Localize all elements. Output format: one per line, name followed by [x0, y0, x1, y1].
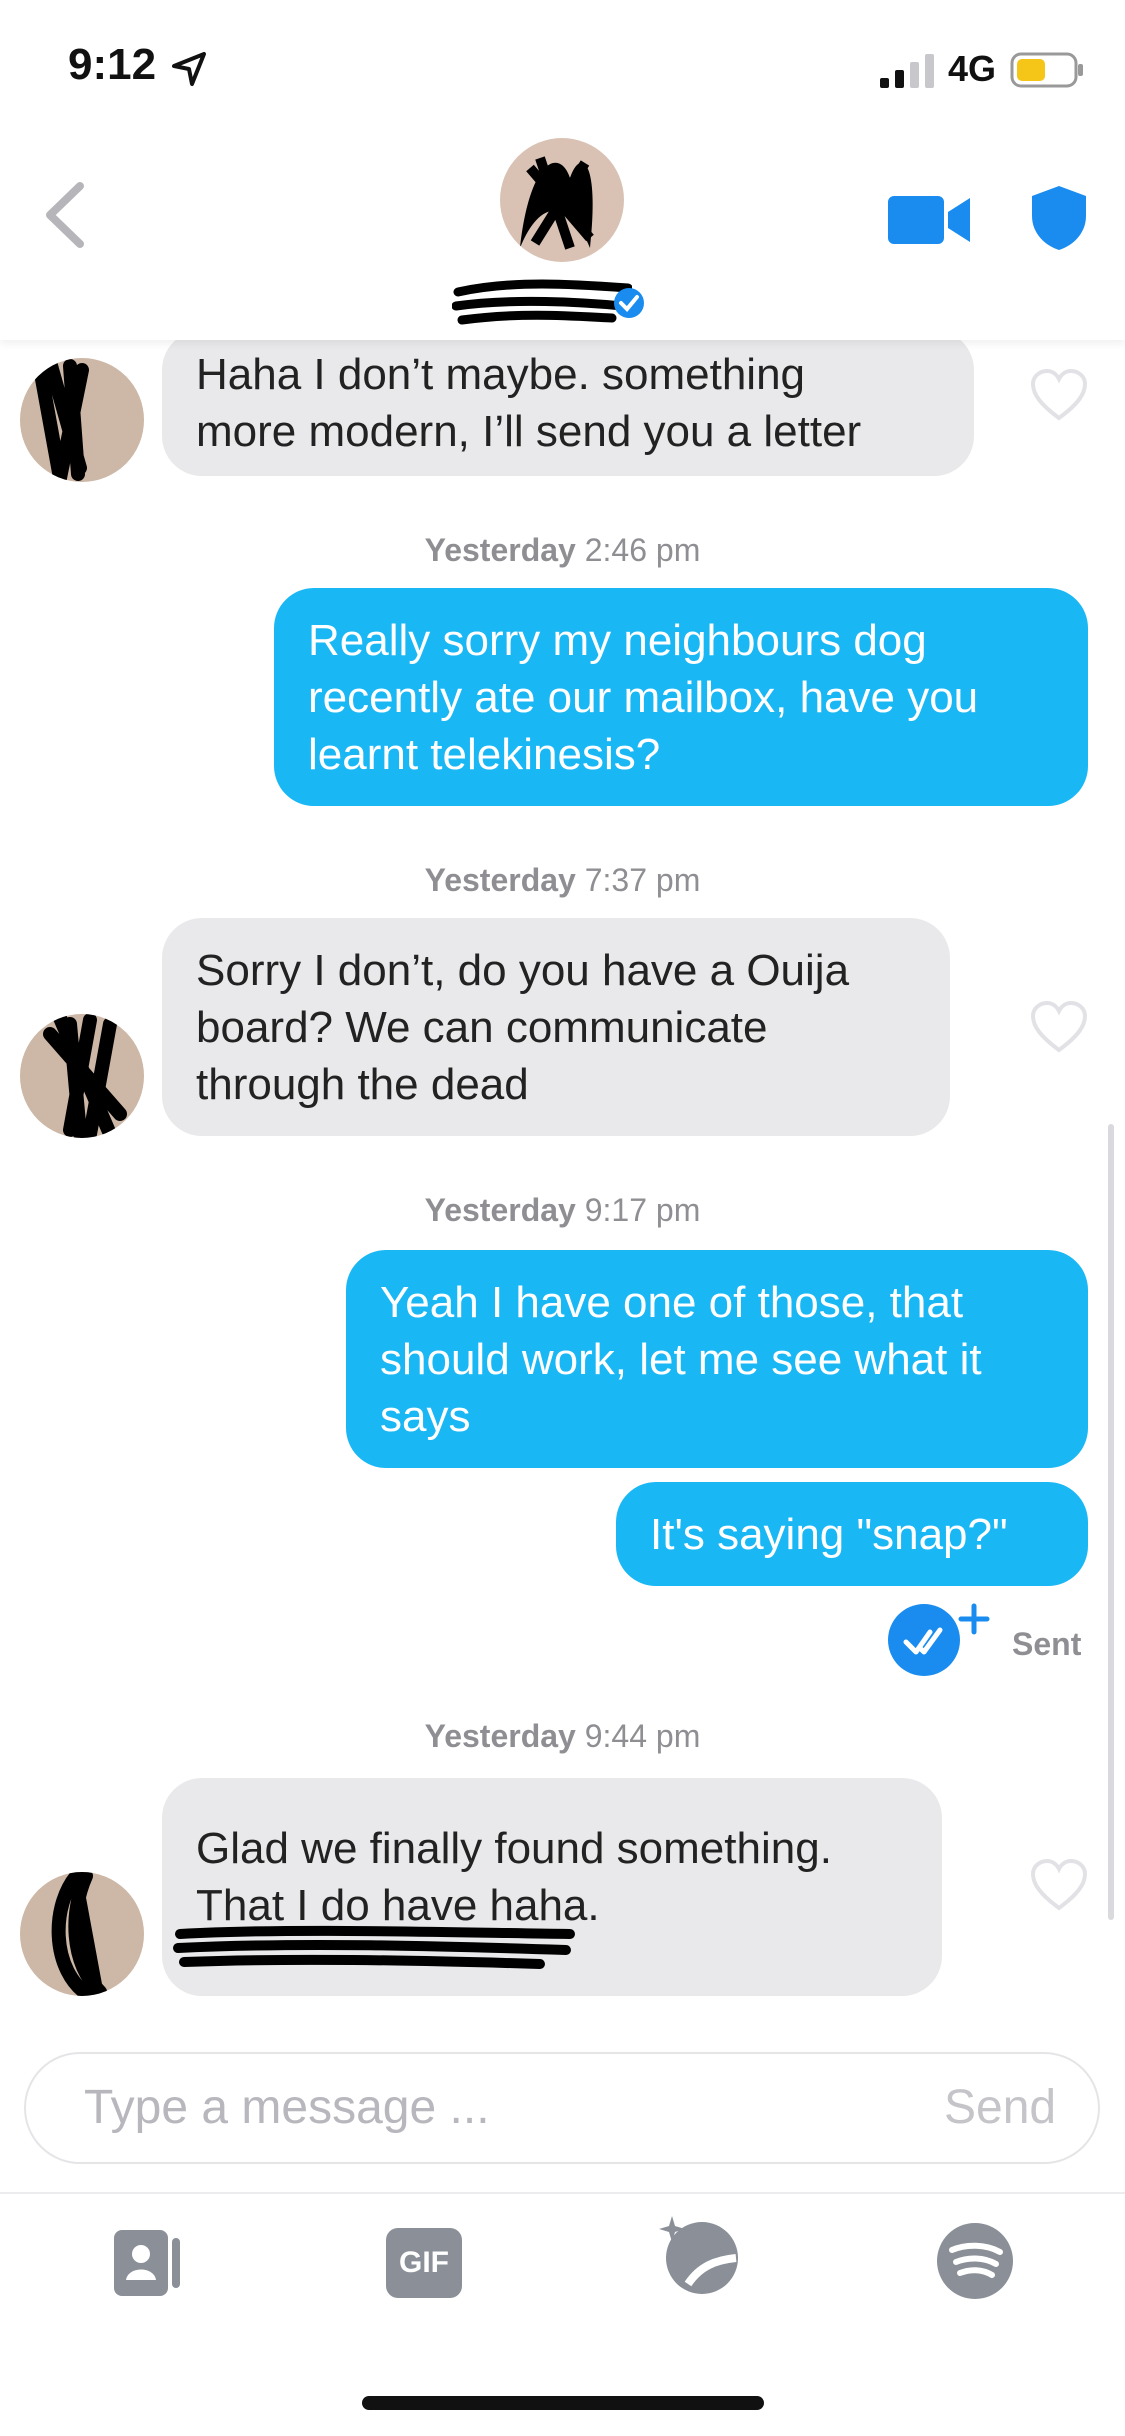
- match-avatar[interactable]: [500, 138, 624, 262]
- signal-icon: [880, 54, 934, 88]
- timestamp-time: 7:37 pm: [584, 862, 701, 898]
- message-line: Haha I don’t maybe. something: [196, 350, 806, 399]
- message-line: recently ate our mailbox, have you: [308, 672, 979, 722]
- message-bubble-outgoing[interactable]: It's saying "snap?": [616, 1482, 1088, 1586]
- message-line: through the dead: [196, 1059, 529, 1109]
- timestamp: Yesterday 9:44 pm: [0, 1718, 1125, 1755]
- contact-card-icon[interactable]: [114, 2228, 186, 2298]
- message-bubble-outgoing[interactable]: Really sorry my neighbours dog recently …: [274, 588, 1088, 806]
- message-line: more modern, I’ll send you a letter: [196, 407, 862, 456]
- back-chevron-icon[interactable]: [40, 180, 90, 250]
- timestamp-time: 9:17 pm: [584, 1192, 701, 1228]
- spotify-icon[interactable]: [936, 2222, 1014, 2300]
- message-line: Yeah I have one of those, that: [380, 1277, 964, 1327]
- message-line: Glad we finally found something.: [196, 1824, 832, 1873]
- timestamp: Yesterday 9:17 pm: [0, 1192, 1125, 1229]
- scrollbar[interactable]: [1108, 1124, 1114, 1920]
- redaction-scribble: [33, 358, 89, 482]
- timestamp: Yesterday 2:46 pm: [0, 532, 1125, 569]
- message-bubble-incoming[interactable]: Haha I don’t maybe. something more moder…: [162, 330, 974, 476]
- home-indicator: [362, 2396, 764, 2410]
- message-bubble-outgoing[interactable]: Yeah I have one of those, that should wo…: [346, 1250, 1088, 1468]
- status-time: 9:12: [68, 40, 157, 89]
- message-line: should work, let me see what it: [380, 1334, 982, 1384]
- timestamp-day: Yesterday: [424, 1192, 576, 1228]
- sent-status-label: Sent: [1012, 1626, 1082, 1662]
- text-redaction-scribble: [173, 1925, 575, 1969]
- video-call-icon[interactable]: [888, 192, 970, 248]
- message-line: Really sorry my neighbours dog: [308, 615, 927, 665]
- verified-badge-icon: [614, 288, 644, 318]
- sticker-icon[interactable]: [658, 2214, 742, 2298]
- timestamp-day: Yesterday: [424, 1718, 576, 1754]
- redaction-scribble: [51, 1872, 107, 1996]
- network-type: 4G: [948, 48, 997, 89]
- toolbar-divider: [0, 2192, 1125, 2194]
- sender-avatar[interactable]: [20, 1872, 144, 1996]
- timestamp-day: Yesterday: [424, 862, 576, 898]
- message-input-placeholder: Type a message ...: [84, 2081, 490, 2134]
- location-arrow-icon: [172, 52, 206, 86]
- message-line: board? We can communicate: [196, 1002, 768, 1052]
- like-heart-icon[interactable]: [1030, 1858, 1088, 1912]
- like-heart-icon[interactable]: [1030, 368, 1088, 422]
- read-receipt-icon[interactable]: [886, 1602, 990, 1676]
- redaction-scribble: [520, 156, 594, 250]
- redaction-scribble: [43, 1014, 127, 1138]
- message-line: learnt telekinesis?: [308, 729, 661, 779]
- message-line: It's saying "snap?": [650, 1509, 1008, 1559]
- message-line: Sorry I don’t, do you have a Ouija: [196, 945, 850, 995]
- sender-avatar[interactable]: [20, 1014, 144, 1138]
- send-button[interactable]: Send: [944, 2080, 1056, 2135]
- timestamp: Yesterday 7:37 pm: [0, 862, 1125, 899]
- message-bubble-incoming[interactable]: Sorry I don’t, do you have a Ouija board…: [162, 918, 950, 1136]
- sender-avatar[interactable]: [20, 358, 144, 482]
- gif-button[interactable]: GIF: [386, 2228, 462, 2298]
- timestamp-day: Yesterday: [424, 532, 576, 568]
- name-redaction-scribble: [452, 279, 632, 325]
- message-line: says: [380, 1391, 471, 1441]
- timestamp-time: 9:44 pm: [584, 1718, 701, 1754]
- battery-icon: [1010, 52, 1083, 88]
- like-heart-icon[interactable]: [1030, 1000, 1088, 1054]
- safety-shield-icon[interactable]: [1030, 184, 1088, 252]
- timestamp-time: 2:46 pm: [584, 532, 701, 568]
